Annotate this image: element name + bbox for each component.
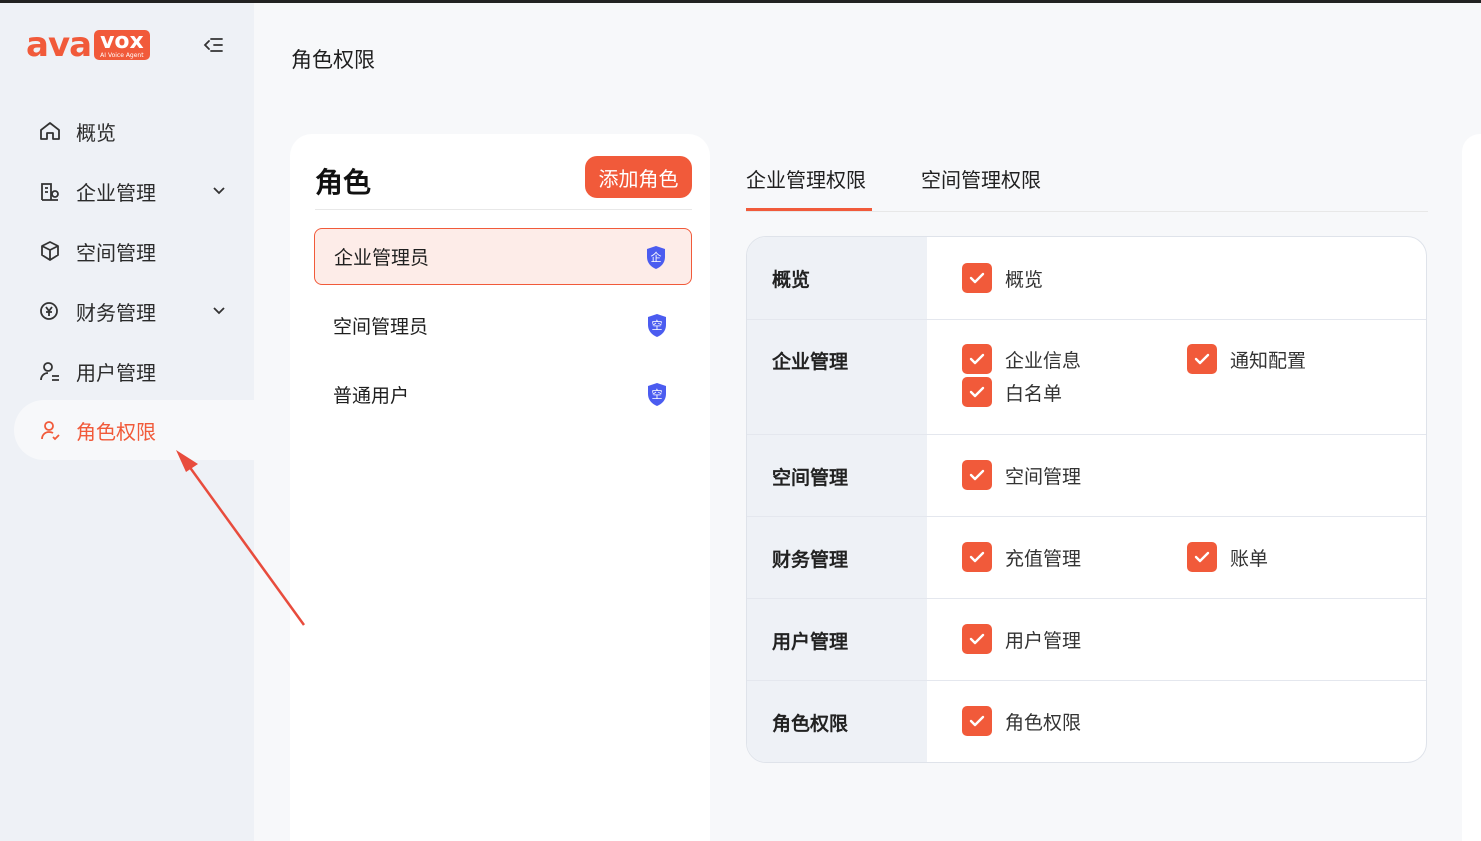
sidebar-item-overview[interactable]: 概览 — [14, 108, 254, 154]
permission-group-text: 空间管理 — [772, 467, 849, 489]
permission-row: 角色权限 角色权限 — [747, 681, 1426, 762]
role-item-space-admin[interactable]: 空间管理员 空 — [314, 297, 692, 354]
tabs-divider — [746, 211, 1428, 212]
permission-option-label: 用户管理 — [1005, 629, 1082, 652]
permission-option[interactable]: 充值管理 — [962, 542, 1081, 572]
role-label: 空间管理员 — [333, 316, 429, 338]
checkbox-checked-icon[interactable] — [1187, 344, 1217, 374]
sidebar-item-space[interactable]: 空间管理 — [14, 228, 254, 274]
sidebar-item-users[interactable]: 用户管理 — [14, 348, 254, 394]
sidebar-item-label: 空间管理 — [76, 240, 156, 265]
sidebar-item-enterprise[interactable]: 企业管理 — [14, 168, 254, 214]
permission-row: 空间管理 空间管理 — [747, 435, 1426, 516]
checkbox-checked-icon[interactable] — [962, 542, 992, 572]
finance-icon — [40, 302, 58, 320]
permission-group-text: 企业管理 — [772, 351, 849, 373]
shield-badge-text: 空 — [652, 318, 663, 332]
shield-badge-text: 空 — [652, 387, 663, 401]
permission-group-label: 角色权限 — [747, 681, 927, 762]
logo: ava vox AI Voice Agent — [26, 27, 150, 63]
permission-group-text: 用户管理 — [772, 631, 849, 653]
permission-option-label: 空间管理 — [1005, 465, 1082, 488]
permission-option[interactable]: 空间管理 — [962, 460, 1081, 490]
nav-menu: 概览 企业管理 空间管理 财务管理 用户管理 — [0, 97, 254, 397]
checkbox-checked-icon[interactable] — [962, 706, 992, 736]
permission-group-text: 概览 — [772, 269, 811, 291]
checkbox-checked-icon[interactable] — [962, 377, 992, 407]
checkbox-checked-icon[interactable] — [962, 624, 992, 654]
permission-group-text: 财务管理 — [772, 549, 849, 571]
role-user-icon — [41, 421, 60, 441]
sidebar-item-roles[interactable]: 角色权限 — [14, 400, 254, 460]
tab-space-permissions[interactable]: 空间管理权限 — [921, 164, 1041, 193]
permission-option-label: 概览 — [1005, 268, 1044, 291]
active-tab-indicator — [746, 208, 872, 211]
sidebar-item-label: 概览 — [76, 120, 116, 145]
sidebar-item-finance[interactable]: 财务管理 — [14, 288, 254, 334]
checkbox-checked-icon[interactable] — [1187, 542, 1217, 572]
menu-collapse-icon[interactable] — [202, 33, 226, 57]
sidebar-item-label: 角色权限 — [76, 419, 156, 444]
divider — [315, 209, 692, 210]
shield-badge-icon: 空 — [648, 383, 666, 406]
side-panel-edge — [1462, 134, 1481, 841]
roles-panel: 角色 添加角色 企业管理员 企 空间管理员 空 普通用户 空 — [290, 134, 710, 841]
roles-heading: 角色 — [315, 166, 372, 199]
sidebar-item-label: 财务管理 — [76, 300, 156, 325]
checkbox-checked-icon[interactable] — [962, 263, 992, 293]
permission-option-label: 通知配置 — [1230, 349, 1307, 372]
permission-option-label: 角色权限 — [1005, 711, 1082, 734]
role-item-normal-user[interactable]: 普通用户 空 — [314, 366, 692, 423]
shield-badge-icon: 空 — [648, 314, 666, 337]
permission-table: 概览 概览 企业管理 企业信息 通知配置 白名单 空间管理 空间管理 财务管理 … — [746, 236, 1427, 763]
permission-group-label: 企业管理 — [747, 320, 927, 434]
page-title: 角色权限 — [291, 48, 375, 72]
home-icon — [40, 122, 60, 140]
tab-enterprise-permissions[interactable]: 企业管理权限 — [746, 164, 866, 193]
logo-text-vox: vox — [100, 28, 144, 54]
permission-option-label: 账单 — [1230, 547, 1269, 570]
permission-row: 概览 概览 — [747, 237, 1426, 319]
logo-subtitle: AI Voice Agent — [100, 51, 144, 59]
permission-tabs: 企业管理权限 空间管理权限 — [746, 150, 1428, 212]
permission-option[interactable]: 白名单 — [962, 377, 1062, 407]
permission-option[interactable]: 概览 — [962, 263, 1043, 293]
chevron-down-icon — [213, 307, 225, 315]
permission-option[interactable]: 企业信息 — [962, 344, 1081, 374]
permission-group-label: 概览 — [747, 237, 927, 319]
permission-row: 财务管理 充值管理 账单 — [747, 517, 1426, 598]
checkbox-checked-icon[interactable] — [962, 460, 992, 490]
role-item-enterprise-admin[interactable]: 企业管理员 企 — [314, 228, 692, 285]
space-cube-icon — [41, 241, 59, 261]
logo-vox-badge: vox AI Voice Agent — [94, 30, 150, 60]
chevron-down-icon — [213, 187, 225, 195]
permission-group-label: 空间管理 — [747, 435, 927, 516]
shield-badge-text: 企 — [651, 250, 662, 264]
role-label: 普通用户 — [333, 385, 410, 407]
permission-group-label: 用户管理 — [747, 599, 927, 680]
sidebar-item-label: 企业管理 — [76, 180, 156, 205]
shield-badge-icon: 企 — [647, 246, 665, 269]
add-role-button[interactable]: 添加角色 — [585, 156, 692, 198]
permission-group-label: 财务管理 — [747, 517, 927, 598]
permission-option[interactable]: 通知配置 — [1187, 344, 1306, 374]
permission-option[interactable]: 角色权限 — [962, 706, 1081, 736]
permission-row: 用户管理 用户管理 — [747, 599, 1426, 680]
permission-option-label: 充值管理 — [1005, 547, 1082, 570]
role-label: 企业管理员 — [334, 247, 430, 269]
permission-group-text: 角色权限 — [772, 713, 849, 735]
user-icon — [40, 362, 59, 381]
permission-option-label: 白名单 — [1005, 382, 1063, 405]
sidebar-item-label: 用户管理 — [76, 360, 156, 385]
checkbox-checked-icon[interactable] — [962, 344, 992, 374]
enterprise-icon — [41, 183, 59, 201]
logo-text-ava: ava — [26, 25, 92, 65]
permission-option[interactable]: 用户管理 — [962, 624, 1081, 654]
permission-option-label: 企业信息 — [1005, 349, 1082, 372]
permission-option[interactable]: 账单 — [1187, 542, 1268, 572]
permission-row: 企业管理 企业信息 通知配置 白名单 — [747, 320, 1426, 434]
